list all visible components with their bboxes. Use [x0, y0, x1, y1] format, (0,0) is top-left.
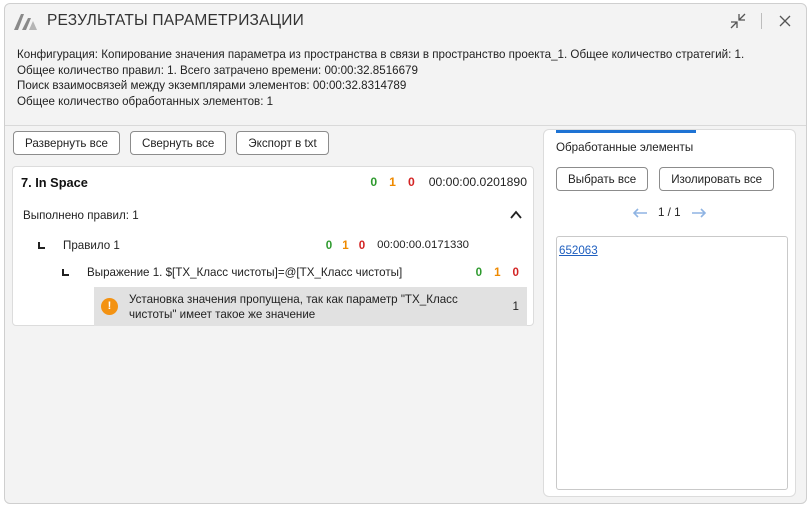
result-card-header[interactable]: 7. In Space 0 1 0 00:00:00.0201890 [13, 167, 533, 197]
summary-line-rules: Общее количество правил: 1. Всего затрач… [17, 63, 418, 77]
warning-icon: ! [101, 298, 118, 315]
element-id-link[interactable]: 652063 [559, 244, 598, 257]
active-tab-indicator [556, 130, 696, 133]
rule-row[interactable]: Правило 1 0 1 0 00:00:00.0171330 [13, 233, 533, 257]
warning-message-line: чистоты" имеет такое же значение [129, 307, 316, 321]
window-controls [727, 10, 796, 32]
arrow-right-icon[interactable] [691, 207, 707, 219]
result-time: 00:00:00.0201890 [428, 175, 527, 189]
rule-warning-count: 1 [342, 238, 349, 252]
expression-success-count: 0 [475, 265, 483, 279]
chevron-up-icon[interactable] [509, 208, 523, 222]
arrow-left-icon[interactable] [632, 207, 648, 219]
summary-line-configuration: Конфигурация: Копирование значения парам… [17, 48, 745, 61]
summary-line-search: Поиск взаимосвязей между экземплярами эл… [17, 79, 407, 92]
success-count: 0 [370, 175, 378, 189]
warning-message-line: Установка значения пропущена, так как па… [129, 292, 458, 306]
warning-count: 1 [389, 175, 396, 189]
summary-line-elements: Общее количество обработанных элементов:… [17, 94, 274, 108]
header-divider [5, 125, 806, 126]
expand-all-button[interactable]: Развернуть все [13, 131, 120, 155]
error-count: 0 [407, 175, 415, 189]
rule-label: Правило 1 [63, 238, 120, 252]
expression-warning-count: 1 [494, 265, 501, 279]
controls-separator [761, 13, 762, 29]
result-title: 7. In Space [21, 174, 88, 190]
title-bar: РЕЗУЛЬТАТЫ ПАРАМЕТРИЗАЦИИ [5, 4, 806, 38]
side-buttons: Выбрать все Изолировать все [556, 167, 775, 191]
expression-counts: 0 1 0 [476, 266, 519, 279]
results-window: РЕЗУЛЬТАТЫ ПАРАМЕТРИЗАЦИИ Конфигурация: … [4, 3, 807, 504]
pager: 1 / 1 [632, 206, 707, 219]
expression-error-count: 0 [512, 265, 519, 279]
rules-done-label: Выполнено правил: 1 [23, 208, 139, 222]
close-icon[interactable] [774, 10, 796, 32]
summary-info: Конфигурация: Копирование значения парам… [5, 38, 806, 124]
isolate-all-button[interactable]: Изолировать все [659, 167, 775, 191]
expression-row[interactable]: Выражение 1. $[TX_Класс чистоты]=@[TX_Кл… [13, 257, 533, 287]
rules-done-row[interactable]: Выполнено правил: 1 [13, 197, 533, 233]
export-txt-button[interactable]: Экспорт в txt [236, 131, 329, 155]
warning-message-count: 1 [512, 300, 519, 313]
rule-time: 00:00:00.0171330 [377, 239, 469, 251]
tree-branch-icon [38, 242, 45, 249]
expression-label: Выражение 1. $[TX_Класс чистоты]=@[TX_Кл… [87, 265, 403, 279]
logo-icon [14, 14, 37, 30]
window-title: РЕЗУЛЬТАТЫ ПАРАМЕТРИЗАЦИИ [47, 12, 304, 29]
collapse-icon[interactable] [727, 10, 749, 32]
select-all-button[interactable]: Выбрать все [556, 167, 649, 191]
warning-message[interactable]: ! Установка значения пропущена, так как … [94, 287, 527, 326]
page-indicator: 1 / 1 [658, 206, 681, 219]
processed-elements-panel: Обработанные элементы Выбрать все Изолир… [543, 129, 796, 497]
elements-list: 652063 [556, 236, 788, 490]
tab-processed-elements[interactable]: Обработанные элементы [556, 141, 693, 154]
rule-success-count: 0 [325, 238, 333, 252]
rule-error-count: 0 [358, 238, 366, 252]
result-card: 7. In Space 0 1 0 00:00:00.0201890 Выпол… [12, 166, 534, 326]
warning-message-text: Установка значения пропущена, так как па… [129, 292, 458, 322]
collapse-all-button[interactable]: Свернуть все [129, 131, 227, 155]
tree-branch-icon [62, 269, 69, 276]
rule-counts: 0 1 0 [326, 239, 365, 252]
result-counts: 0 1 0 [370, 175, 414, 189]
results-toolbar: Развернуть все Свернуть все Экспорт в tx… [13, 131, 329, 155]
